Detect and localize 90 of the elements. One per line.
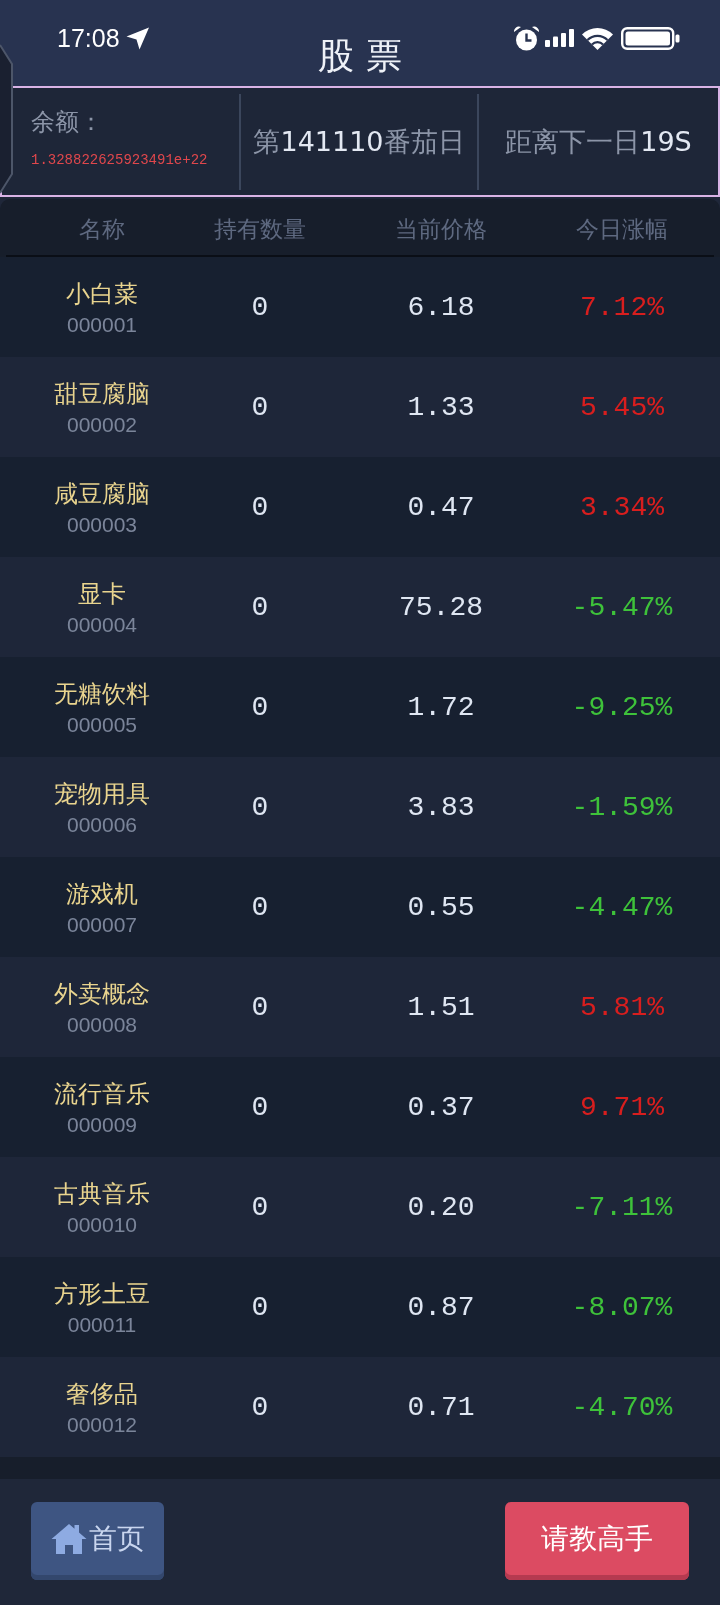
stock-row[interactable]: 游戏机 000007 0 0.55 -4.47% — [0, 857, 720, 957]
stock-code: 000010 — [66, 1212, 138, 1238]
stock-name: 甜豆腐脑 — [54, 379, 150, 410]
current-price: 1.72 — [407, 691, 475, 725]
location-arrow-icon — [125, 26, 150, 50]
holding-quantity: 0 — [251, 291, 269, 325]
home-icon — [50, 1522, 87, 1555]
stock-name: 宠物用具 — [54, 779, 150, 810]
stock-row[interactable]: 小白菜 000001 0 6.18 7.12% — [0, 257, 720, 357]
stock-code: 000004 — [66, 612, 138, 638]
ask-expert-button[interactable]: 请教高手 — [505, 1502, 689, 1580]
stock-code: 000009 — [66, 1112, 138, 1138]
stock-name: 无糖饮料 — [54, 679, 150, 710]
daily-change: -7.11% — [571, 1191, 673, 1225]
stock-row[interactable]: 古典音乐 000010 0 0.20 -7.11% — [0, 1157, 720, 1257]
current-price: 1.51 — [407, 991, 475, 1025]
stock-name: 方形土豆 — [54, 1279, 150, 1310]
balance-label: 余额： — [31, 107, 104, 137]
current-price: 0.71 — [407, 1391, 475, 1425]
stock-name: 游戏机 — [66, 879, 138, 910]
page-title: 股 票 — [318, 36, 402, 76]
daily-change: -4.47% — [571, 891, 673, 925]
stock-code: 000003 — [66, 512, 138, 538]
signal-icon — [545, 29, 575, 47]
holding-quantity: 0 — [251, 691, 269, 725]
column-header: 名称 — [79, 215, 125, 244]
countdown-text: 距离下一日 19S — [505, 124, 692, 159]
holding-quantity: 0 — [251, 1291, 269, 1325]
stock-code: 000006 — [66, 812, 138, 838]
current-price: 0.55 — [407, 891, 475, 925]
stock-name: 显卡 — [78, 579, 126, 610]
daily-change: -1.59% — [571, 791, 673, 825]
column-header: 今日涨幅 — [576, 215, 668, 244]
stock-code: 000001 — [66, 312, 138, 338]
stock-code: 000012 — [66, 1412, 138, 1438]
holding-quantity: 0 — [251, 391, 269, 425]
current-price: 0.37 — [407, 1091, 475, 1125]
current-price: 6.18 — [407, 291, 475, 325]
holding-quantity: 0 — [251, 591, 269, 625]
stock-name: 奢侈品 — [66, 1379, 138, 1410]
stock-code: 000008 — [66, 1012, 138, 1038]
stock-row[interactable]: 宠物用具 000006 0 3.83 -1.59% — [0, 757, 720, 857]
balance-value: 1.328822625923491e+22 — [31, 151, 209, 169]
holding-quantity: 0 — [251, 891, 269, 925]
stock-row[interactable]: 外卖概念 000008 0 1.51 5.81% — [0, 957, 720, 1057]
holding-quantity: 0 — [251, 991, 269, 1025]
daily-change: 7.12% — [580, 291, 664, 325]
stock-name: 小白菜 — [66, 279, 138, 310]
home-button[interactable]: 首页 — [31, 1502, 164, 1580]
holding-quantity: 0 — [251, 491, 269, 525]
wifi-icon — [582, 26, 613, 50]
daily-change: 5.81% — [580, 991, 664, 1025]
stock-code: 000002 — [66, 412, 138, 438]
daily-change: 9.71% — [580, 1091, 664, 1125]
stock-row[interactable]: 咸豆腐脑 000003 0 0.47 3.34% — [0, 457, 720, 557]
status-time: 17:08 — [57, 25, 120, 51]
current-price: 1.33 — [407, 391, 475, 425]
holding-quantity: 0 — [251, 791, 269, 825]
stock-name: 流行音乐 — [54, 1079, 150, 1110]
daily-change: -8.07% — [571, 1291, 673, 1325]
stock-code: 000007 — [66, 912, 138, 938]
stock-name: 外卖概念 — [54, 979, 150, 1010]
stock-row[interactable]: 显卡 000004 0 75.28 -5.47% — [0, 557, 720, 657]
current-price: 75.28 — [399, 591, 483, 625]
stock-name: 古典音乐 — [54, 1179, 150, 1210]
current-price: 0.87 — [407, 1291, 475, 1325]
daily-change: -4.70% — [571, 1391, 673, 1425]
battery-icon — [621, 26, 680, 50]
alarm-clock-icon — [513, 25, 540, 51]
stock-row[interactable]: 奢侈品 000012 0 0.71 -4.70% — [0, 1357, 720, 1457]
stock-name: 咸豆腐脑 — [54, 479, 150, 510]
daily-change: -5.47% — [571, 591, 673, 625]
day-counter: 第141110番茄日 — [253, 124, 465, 159]
column-header: 持有数量 — [214, 215, 306, 244]
daily-change: 5.45% — [580, 391, 664, 425]
holding-quantity: 0 — [251, 1091, 269, 1125]
daily-change: 3.34% — [580, 491, 664, 525]
holding-quantity: 0 — [251, 1391, 269, 1425]
current-price: 3.83 — [407, 791, 475, 825]
holding-quantity: 0 — [251, 1191, 269, 1225]
stock-row[interactable]: 无糖饮料 000005 0 1.72 -9.25% — [0, 657, 720, 757]
stock-code: 000011 — [67, 1312, 137, 1338]
daily-change: -9.25% — [571, 691, 673, 725]
stock-code: 000005 — [66, 712, 138, 738]
stock-row[interactable]: 方形土豆 000011 0 0.87 -8.07% — [0, 1257, 720, 1357]
stock-row[interactable]: 甜豆腐脑 000002 0 1.33 5.45% — [0, 357, 720, 457]
column-header: 当前价格 — [395, 215, 487, 244]
current-price: 0.20 — [407, 1191, 475, 1225]
stock-row[interactable]: 流行音乐 000009 0 0.37 9.71% — [0, 1057, 720, 1157]
current-price: 0.47 — [407, 491, 475, 525]
